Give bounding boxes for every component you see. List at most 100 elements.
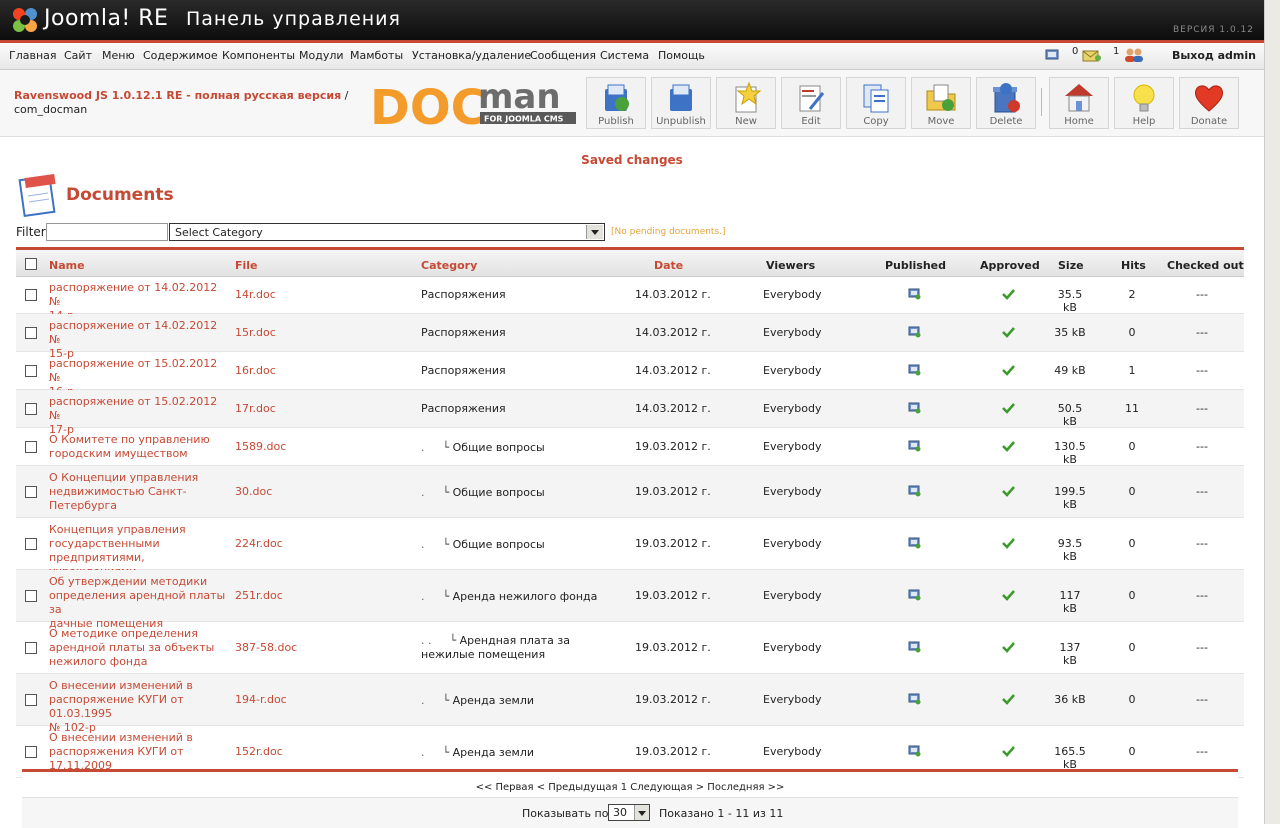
published-icon[interactable] (908, 537, 921, 552)
header-name[interactable]: Name (49, 259, 85, 272)
header-category[interactable]: Category (421, 259, 477, 272)
document-name-line: О внесении изменений в (49, 731, 193, 744)
file-link[interactable]: 30.doc (235, 485, 272, 498)
menu-mambots[interactable]: Мамботы (350, 49, 403, 62)
file-link[interactable]: 17r.doc (235, 402, 276, 415)
table-body: распоряжение от 14.02.2012 №14-р14r.docР… (16, 277, 1244, 800)
filter-input[interactable] (46, 223, 168, 241)
menu-help[interactable]: Помощь (658, 49, 705, 62)
move-label: Move (927, 116, 955, 127)
row-checkbox[interactable] (25, 403, 37, 415)
publish-button[interactable]: Publish (586, 77, 646, 129)
hits-cell: 0 (1128, 326, 1136, 339)
document-name-link[interactable]: О методике определения арендной платы за … (49, 627, 229, 669)
menu-installers[interactable]: Установка/удаление (412, 49, 531, 62)
row-checkbox[interactable] (25, 441, 37, 453)
published-icon[interactable] (908, 326, 921, 341)
approved-check-icon[interactable] (1002, 364, 1015, 379)
published-icon[interactable] (908, 288, 921, 303)
new-button[interactable]: New (716, 77, 776, 129)
file-link[interactable]: 16r.doc (235, 364, 276, 377)
copy-button[interactable]: Copy (846, 77, 906, 129)
row-checkbox[interactable] (25, 694, 37, 706)
approved-check-icon[interactable] (1002, 485, 1015, 500)
viewers-cell: Everybody (763, 485, 822, 498)
messages-icon[interactable] (1082, 47, 1102, 63)
approved-check-icon[interactable] (1002, 440, 1015, 455)
menu-components[interactable]: Компоненты (222, 49, 295, 62)
approved-check-icon[interactable] (1002, 693, 1015, 708)
file-link[interactable]: 387-58.doc (235, 641, 297, 654)
viewers-cell: Everybody (763, 402, 822, 415)
published-icon[interactable] (908, 589, 921, 604)
published-icon[interactable] (908, 485, 921, 500)
help-button[interactable]: Help (1114, 77, 1174, 129)
category-cell: Распоряжения (421, 402, 506, 416)
menu-messages[interactable]: Сообщения (530, 49, 596, 62)
delete-button[interactable]: Delete (976, 77, 1036, 129)
file-link[interactable]: 15r.doc (235, 326, 276, 339)
breadcrumb-site[interactable]: Ravenswood JS 1.0.12.1 RE - полная русск… (14, 89, 341, 102)
file-link[interactable]: 194-r.doc (235, 693, 287, 706)
row-checkbox[interactable] (25, 538, 37, 550)
published-icon[interactable] (908, 402, 921, 417)
approved-check-icon[interactable] (1002, 641, 1015, 656)
published-icon[interactable] (908, 693, 921, 708)
header-file[interactable]: File (235, 259, 258, 272)
row-checkbox[interactable] (25, 486, 37, 498)
move-button[interactable]: Move (911, 77, 971, 129)
menu-system[interactable]: Система (600, 49, 649, 62)
approved-check-icon[interactable] (1002, 589, 1015, 604)
select-all-checkbox[interactable] (25, 258, 37, 270)
row-checkbox[interactable] (25, 642, 37, 654)
published-icon[interactable] (908, 745, 921, 760)
logout-link[interactable]: Выход admin (1172, 49, 1256, 62)
menu-content[interactable]: Содержимое (143, 49, 218, 62)
approved-check-icon[interactable] (1002, 288, 1015, 303)
unpublish-button[interactable]: Unpublish (651, 77, 711, 129)
preview-icon[interactable] (1045, 48, 1059, 62)
category-indent: . (421, 590, 425, 603)
checked-out-cell: --- (1196, 402, 1208, 415)
approved-check-icon[interactable] (1002, 326, 1015, 341)
document-name-link[interactable]: О Концепции управления недвижимостью Санк… (49, 471, 229, 513)
header-size: Size (1058, 259, 1084, 272)
menu-site[interactable]: Сайт (64, 49, 92, 62)
chevron-down-icon[interactable] (586, 225, 603, 239)
menu-menu[interactable]: Меню (102, 49, 135, 62)
online-users-icon[interactable] (1123, 47, 1145, 63)
file-link[interactable]: 14r.doc (235, 288, 276, 301)
donate-button[interactable]: Donate (1179, 77, 1239, 129)
chevron-down-icon[interactable] (634, 805, 649, 820)
row-checkbox[interactable] (25, 590, 37, 602)
vertical-scrollbar[interactable] (1264, 0, 1280, 824)
row-checkbox[interactable] (25, 746, 37, 758)
table-row: распоряжение от 15.02.2012 №16-р16r.docР… (16, 352, 1244, 398)
menu-home[interactable]: Главная (9, 49, 57, 62)
published-icon[interactable] (908, 440, 921, 455)
hits-cell: 0 (1128, 693, 1136, 706)
document-name-link[interactable]: О Комитете по управлению городским имущес… (49, 433, 229, 461)
menu-modules[interactable]: Модули (299, 49, 344, 62)
help-label: Help (1132, 116, 1156, 127)
display-limit-select[interactable]: 30 (608, 804, 650, 821)
approved-check-icon[interactable] (1002, 402, 1015, 417)
file-link[interactable]: 1589.doc (235, 440, 286, 453)
file-link[interactable]: 152r.doc (235, 745, 283, 758)
published-icon[interactable] (908, 364, 921, 379)
date-cell: 19.03.2012 г. (635, 589, 711, 602)
row-checkbox[interactable] (25, 289, 37, 301)
home-button[interactable]: Home (1049, 77, 1109, 129)
category-select[interactable]: Select Category (169, 223, 605, 241)
approved-check-icon[interactable] (1002, 745, 1015, 760)
hits-cell: 11 (1125, 402, 1139, 415)
published-icon[interactable] (908, 641, 921, 656)
header-date[interactable]: Date (654, 259, 683, 272)
file-link[interactable]: 251r.doc (235, 589, 283, 602)
approved-check-icon[interactable] (1002, 537, 1015, 552)
row-checkbox[interactable] (25, 365, 37, 377)
file-link[interactable]: 224r.doc (235, 537, 283, 550)
pagination-links[interactable]: << Первая < Предыдущая 1 Следующая > Пос… (22, 782, 1238, 793)
row-checkbox[interactable] (25, 327, 37, 339)
edit-button[interactable]: Edit (781, 77, 841, 129)
